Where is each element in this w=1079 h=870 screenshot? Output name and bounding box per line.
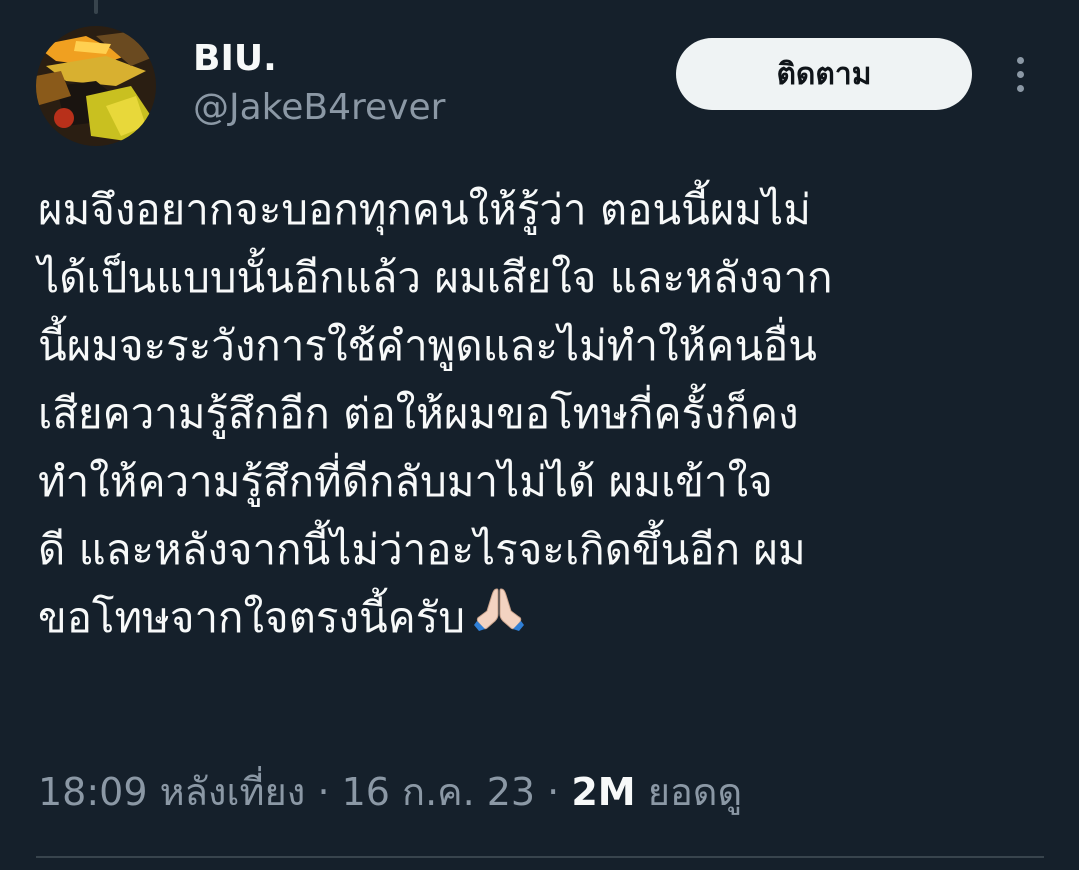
- tweet-time[interactable]: 18:09 หลังเที่ยง: [38, 770, 305, 814]
- tweet-line: เสียความรู้สึกอีก ต่อให้ผมขอโทษกี่ครั้งก…: [38, 389, 799, 438]
- avatar-image: [36, 26, 156, 146]
- tweet-line-last: ขอโทษจากใจตรงนี้ครับ: [38, 584, 1048, 652]
- display-name[interactable]: BIU.: [193, 38, 277, 80]
- tweet-line: นี้ผมจะระวังการใช้คำพูดและไม่ทำให้คนอื่น: [38, 321, 817, 370]
- divider: [36, 856, 1044, 858]
- tweet-meta: 18:09 หลังเที่ยง · 16 ก.ค. 23 · 2M ยอดดู: [38, 766, 742, 818]
- avatar[interactable]: [36, 26, 156, 146]
- more-vertical-icon[interactable]: [1000, 52, 1040, 96]
- user-handle[interactable]: @JakeB4rever: [193, 86, 445, 130]
- tweet-line-text: ขอโทษจากใจตรงนี้ครับ: [38, 593, 465, 642]
- tweet-text: ผมจึงอยากจะบอกทุกคนให้รู้ว่า ตอนนี้ผมไม่…: [38, 176, 1048, 652]
- views-count: 2M: [571, 770, 636, 814]
- more-dot: [1016, 70, 1024, 78]
- meta-separator: ·: [317, 770, 330, 814]
- follow-button[interactable]: ติดตาม: [676, 38, 972, 110]
- thread-connector-line: [94, 0, 98, 14]
- tweet-line: ผมจึงอยากจะบอกทุกคนให้รู้ว่า ตอนนี้ผมไม่: [38, 185, 811, 234]
- views-label: ยอดดู: [647, 770, 743, 814]
- folded-hands-icon: [473, 583, 525, 651]
- tweet-date[interactable]: 16 ก.ค. 23: [342, 770, 535, 814]
- tweet-line: ทำให้ความรู้สึกที่ดีกลับมาไม่ได้ ผมเข้าใ…: [38, 457, 773, 506]
- meta-separator: ·: [547, 770, 560, 814]
- tweet-line: ดี และหลังจากนี้ไม่ว่าอะไรจะเกิดขึ้นอีก …: [38, 525, 806, 574]
- more-dot: [1016, 84, 1024, 92]
- more-dot: [1016, 56, 1024, 64]
- tweet-line: ได้เป็นแบบนั้นอีกแล้ว ผมเสียใจ และหลังจา…: [38, 253, 833, 302]
